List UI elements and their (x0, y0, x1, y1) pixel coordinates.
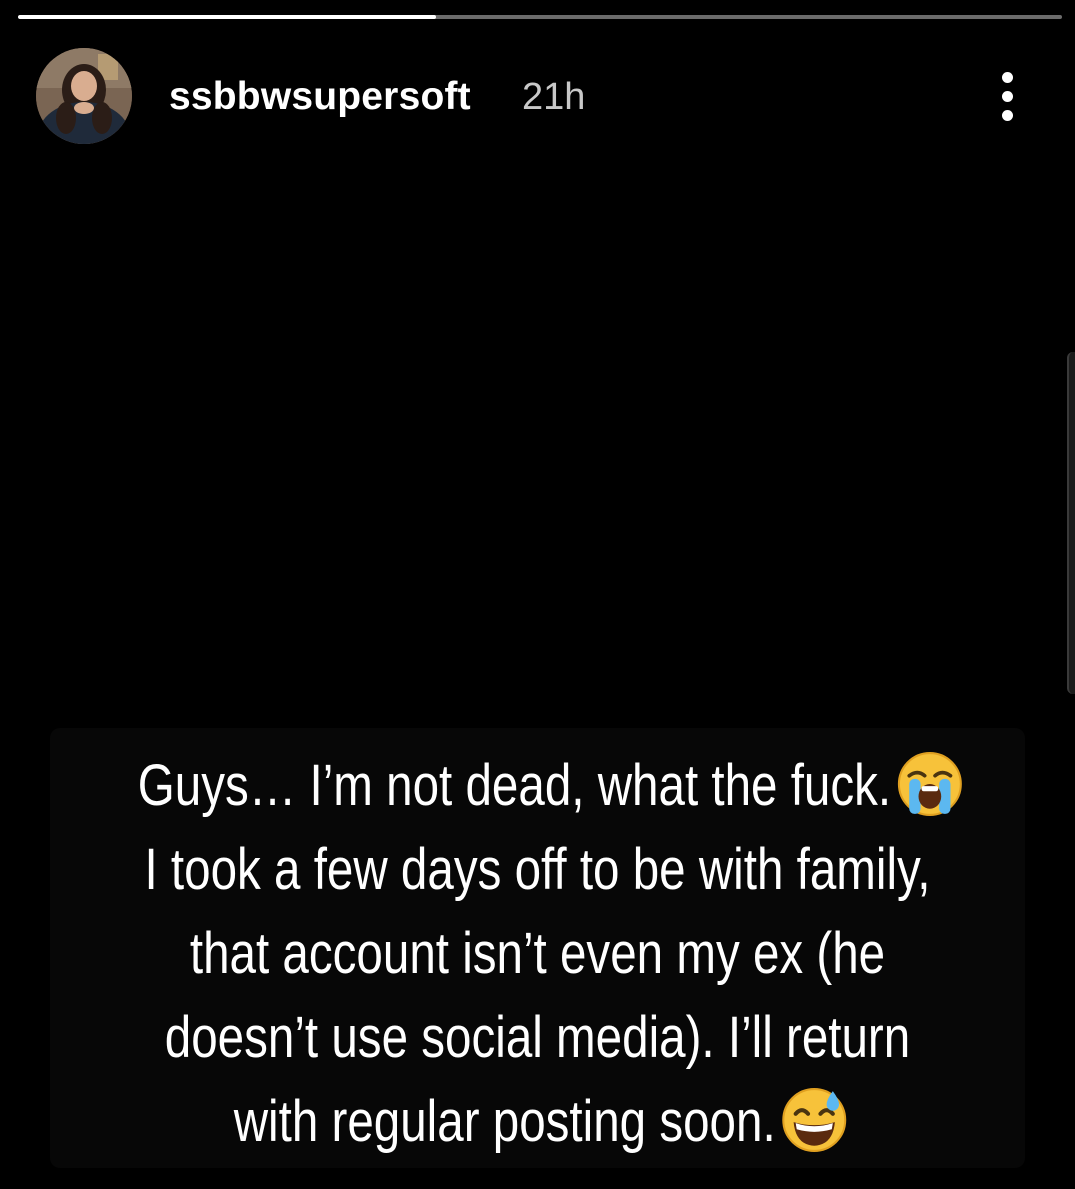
username[interactable]: ssbbwsupersoft (169, 76, 471, 118)
caption-line: I took a few days off to be with family, (144, 837, 931, 902)
more-vertical-icon (1002, 72, 1013, 83)
caption-line: with regular posting soon. (138, 1080, 938, 1164)
story-header: ssbbwsupersoft 21h (36, 48, 1046, 144)
story-text-overlay: Guys… I’m not dead, what the fuck. I too… (50, 728, 1025, 1168)
more-vertical-icon (1002, 110, 1013, 121)
side-scroll-handle[interactable] (1067, 352, 1075, 694)
caption-line: doesn’t use social media). I’ll return (164, 1005, 911, 1070)
avatar[interactable] (36, 48, 132, 144)
caption-line: that account isn’t even my ex (he (189, 921, 886, 986)
story-progress-bar (18, 15, 1062, 19)
more-options-button[interactable] (988, 62, 1028, 130)
caption-line: Guys… I’m not dead, what the fuck. (137, 744, 962, 828)
post-timestamp: 21h (522, 76, 586, 118)
caption-line-text: Guys… I’m not dead, what the fuck. (137, 753, 892, 818)
caption-line-text: with regular posting soon. (233, 1089, 776, 1154)
profile-photo-icon (36, 48, 132, 144)
story-viewer[interactable]: ssbbwsupersoft 21h Guys… I’m not dead, w… (0, 0, 1075, 1189)
story-progress-fill (18, 15, 436, 19)
grinning-face-with-sweat-icon (782, 1088, 847, 1152)
story-caption: Guys… I’m not dead, what the fuck. I too… (137, 744, 962, 1164)
more-vertical-icon (1002, 91, 1013, 102)
loudly-crying-face-icon (897, 752, 962, 816)
